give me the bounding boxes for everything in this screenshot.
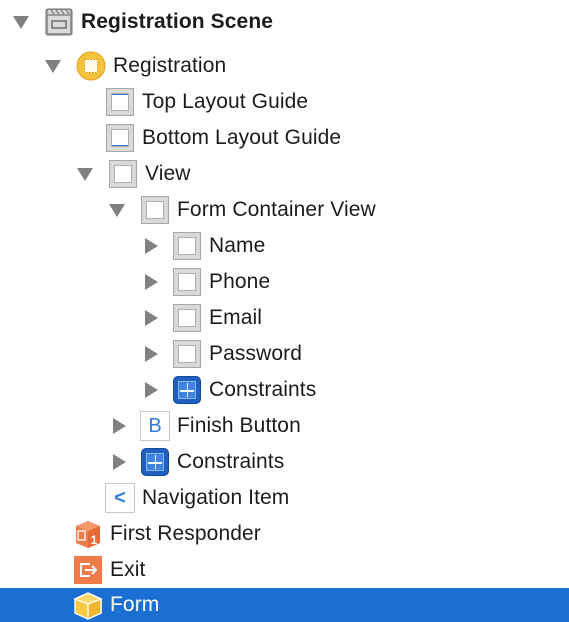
outline-row-finish-button[interactable]: B Finish Button xyxy=(0,408,569,444)
scene-clapper-icon xyxy=(44,7,74,37)
bottom-layout-guide-icon xyxy=(105,123,135,153)
view-icon xyxy=(172,267,202,297)
outline-row-form-container-view[interactable]: Form Container View xyxy=(0,192,569,228)
disclosure-expanded-icon[interactable] xyxy=(76,165,94,183)
form-object-cube-icon xyxy=(73,590,103,620)
view-controller-icon xyxy=(76,51,106,81)
outline-row-navigation-item[interactable]: < Navigation Item xyxy=(0,480,569,516)
outline-item-label: First Responder xyxy=(110,522,261,545)
outline-item-label: Form Container View xyxy=(177,198,376,221)
outline-item-label: Registration Scene xyxy=(81,10,274,33)
outline-item-label: Phone xyxy=(209,270,271,293)
outline-row-top-layout-guide[interactable]: Top Layout Guide xyxy=(0,84,569,120)
outline-item-label: Navigation Item xyxy=(142,486,290,509)
disclosure-collapsed-icon[interactable] xyxy=(142,237,160,255)
outline-row-constraints[interactable]: Constraints xyxy=(0,372,569,408)
outline-item-label: Top Layout Guide xyxy=(142,90,309,113)
constraints-icon xyxy=(172,375,202,405)
outline-row-email[interactable]: Email xyxy=(0,300,569,336)
outline-row-view[interactable]: View xyxy=(0,156,569,192)
outline-item-label: Exit xyxy=(110,558,146,581)
outline-item-label: View xyxy=(145,162,191,185)
disclosure-expanded-icon[interactable] xyxy=(108,201,126,219)
outline-item-label: Password xyxy=(209,342,303,365)
disclosure-collapsed-icon[interactable] xyxy=(142,273,160,291)
view-icon xyxy=(172,231,202,261)
outline-item-label: Finish Button xyxy=(177,414,301,437)
outline-item-label: Form xyxy=(110,593,160,616)
svg-text:1: 1 xyxy=(91,533,98,547)
outline-row-first-responder[interactable]: 1 First Responder xyxy=(0,516,569,552)
outline-item-label: Constraints xyxy=(177,450,285,473)
disclosure-collapsed-icon[interactable] xyxy=(110,453,128,471)
outline-row-constraints[interactable]: Constraints xyxy=(0,444,569,480)
disclosure-collapsed-icon[interactable] xyxy=(142,309,160,327)
view-icon xyxy=(172,303,202,333)
first-responder-icon: 1 xyxy=(73,519,103,549)
constraints-icon xyxy=(140,447,170,477)
outline-item-label: Email xyxy=(209,306,263,329)
view-icon xyxy=(108,159,138,189)
view-icon xyxy=(140,195,170,225)
disclosure-collapsed-icon[interactable] xyxy=(142,381,160,399)
outline-item-label: Registration xyxy=(113,54,227,77)
disclosure-collapsed-icon[interactable] xyxy=(142,345,160,363)
outline-item-label: Name xyxy=(209,234,266,257)
outline-item-label: Constraints xyxy=(209,378,317,401)
outline-row-exit[interactable]: Exit xyxy=(0,552,569,588)
disclosure-expanded-icon[interactable] xyxy=(12,13,30,31)
disclosure-collapsed-icon[interactable] xyxy=(110,417,128,435)
outline-row-password[interactable]: Password xyxy=(0,336,569,372)
outline-row-registration-scene[interactable]: Registration Scene xyxy=(0,4,569,40)
outline-item-label: Bottom Layout Guide xyxy=(142,126,342,149)
view-icon xyxy=(172,339,202,369)
disclosure-expanded-icon[interactable] xyxy=(44,57,62,75)
outline-row-bottom-layout-guide[interactable]: Bottom Layout Guide xyxy=(0,120,569,156)
button-icon: B xyxy=(140,411,170,441)
exit-icon xyxy=(73,555,103,585)
navigation-item-icon: < xyxy=(105,483,135,513)
outline-row-phone[interactable]: Phone xyxy=(0,264,569,300)
outline-row-form[interactable]: Form xyxy=(0,588,569,622)
outline-row-name[interactable]: Name xyxy=(0,228,569,264)
top-layout-guide-icon xyxy=(105,87,135,117)
outline-row-registration[interactable]: Registration xyxy=(0,48,569,84)
